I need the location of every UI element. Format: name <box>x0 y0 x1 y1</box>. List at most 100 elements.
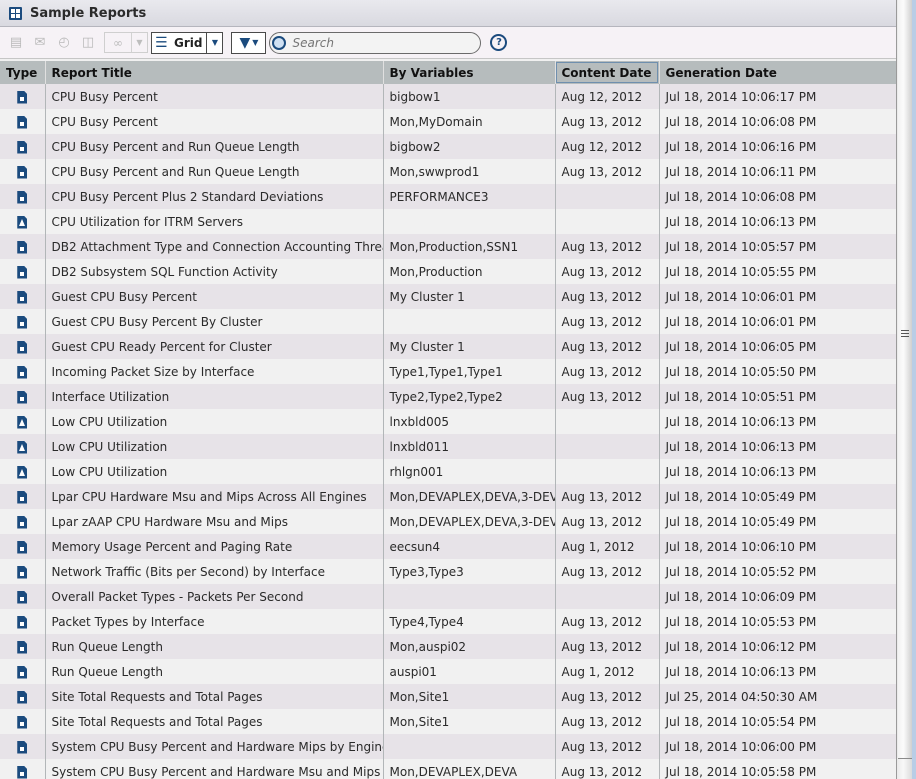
report-title-cell: System CPU Busy Percent and Hardware Mip… <box>45 734 384 759</box>
table-row[interactable]: CPU Busy Percent and Run Queue Length big… <box>0 134 896 159</box>
table-row[interactable]: Site Total Requests and Total Pages Mon,S… <box>0 709 896 734</box>
generation-date-cell: Jul 18, 2014 10:06:11 PM <box>659 159 896 184</box>
table-row[interactable]: CPU Busy Percent and Run Queue Length Mon… <box>0 159 896 184</box>
generation-date-cell: Jul 18, 2014 10:06:13 PM <box>659 459 896 484</box>
search-icon <box>272 35 287 50</box>
email-icon[interactable]: ✉ <box>32 35 48 51</box>
column-header-by-variables[interactable]: By Variables <box>383 61 556 84</box>
table-row[interactable]: Low CPU Utilization lnxbld005 Jul 18, 2014… <box>0 409 896 434</box>
filter-button[interactable]: ▼ ▼ <box>231 31 267 54</box>
generation-date-cell: Jul 18, 2014 10:05:52 PM <box>659 559 896 584</box>
column-header-type[interactable]: Type <box>0 61 46 84</box>
scrollbar-thumb[interactable] <box>898 0 912 759</box>
table-row[interactable]: Guest CPU Busy Percent By Cluster Aug 13,… <box>0 309 896 334</box>
list-icon: ☰ <box>155 34 168 51</box>
table-row[interactable]: Lpar zAAP CPU Hardware Msu and Mips Mon,D… <box>0 509 896 534</box>
by-variables-cell: rhlgn001 <box>383 459 556 484</box>
report-icon <box>17 165 28 179</box>
table-row[interactable]: Run Queue Length auspi01 Aug 1, 2012 Jul 18… <box>0 659 896 684</box>
search-box[interactable] <box>269 31 482 54</box>
content-date-cell: Aug 12, 2012 <box>555 134 660 159</box>
type-cell <box>0 259 46 284</box>
by-variables-cell: lnxbld011 <box>383 434 556 459</box>
table-row[interactable]: DB2 Subsystem SQL Function Activity Mon,P… <box>0 259 896 284</box>
table-row[interactable]: CPU Busy Percent Mon,MyDomain Aug 13, 2012… <box>0 109 896 134</box>
by-variables-cell <box>383 734 556 759</box>
content-date-cell: Aug 13, 2012 <box>555 334 660 359</box>
type-cell <box>0 209 46 234</box>
help-icon[interactable]: ? <box>490 34 508 51</box>
type-cell <box>0 184 46 209</box>
table-row[interactable]: CPU Busy Percent Plus 2 Standard Deviati… <box>0 184 896 209</box>
report-title-cell: CPU Busy Percent <box>45 84 384 109</box>
table-row[interactable]: Lpar CPU Hardware Msu and Mips Across Al… <box>0 484 896 509</box>
column-header-generation-date[interactable]: Generation Date <box>659 61 896 84</box>
toolbar: ▤ ✉ ◴ ◫ ∞ ▼ ☰ Grid ▼ ▼▼ ? <box>0 27 896 59</box>
report-title-cell: Packet Types by Interface <box>45 609 384 634</box>
generation-date-cell: Jul 18, 2014 10:06:13 PM <box>659 434 896 459</box>
report-icon <box>17 290 28 304</box>
table-row[interactable]: CPU Busy Percent bigbow1 Aug 12, 2012 Jul 1… <box>0 84 896 109</box>
table-row[interactable]: Interface Utilization Type2,Type2,Type2 Au… <box>0 384 896 409</box>
generation-date-cell: Jul 18, 2014 10:05:54 PM <box>659 709 896 734</box>
type-cell <box>0 459 46 484</box>
view-mode-button[interactable]: ☰ Grid ▼ <box>151 31 224 54</box>
report-title-cell: Low CPU Utilization <box>45 409 384 434</box>
content-date-cell: Aug 13, 2012 <box>555 159 660 184</box>
chevron-down-icon[interactable]: ▼ <box>131 33 147 52</box>
column-header-report-title[interactable]: Report Title <box>45 61 384 84</box>
table-row[interactable]: DB2 Attachment Type and Connection Accou… <box>0 234 896 259</box>
table-row[interactable]: Guest CPU Ready Percent for Cluster My Cl… <box>0 334 896 359</box>
link-icon: ∞ <box>113 35 123 50</box>
generation-date-cell: Jul 18, 2014 10:06:13 PM <box>659 409 896 434</box>
table-row[interactable]: Run Queue Length Mon,auspi02 Aug 13, 2012 J… <box>0 634 896 659</box>
table-row[interactable]: System CPU Busy Percent and Hardware Mip… <box>0 734 896 759</box>
table-row[interactable]: Low CPU Utilization lnxbld011 Jul 18, 2014… <box>0 434 896 459</box>
by-variables-cell: lnxbld005 <box>383 409 556 434</box>
content-date-cell: Aug 13, 2012 <box>555 709 660 734</box>
by-variables-cell: Mon,swwprod1 <box>383 159 556 184</box>
type-cell <box>0 84 46 109</box>
table-row[interactable]: Overall Packet Types - Packets Per Secon… <box>0 584 896 609</box>
table-row[interactable]: Network Traffic (Bits per Second) by Int… <box>0 559 896 584</box>
generation-date-cell: Jul 18, 2014 10:05:55 PM <box>659 259 896 284</box>
generation-date-cell: Jul 18, 2014 10:05:49 PM <box>659 509 896 534</box>
report-icon <box>17 590 28 604</box>
report-icon <box>17 740 28 754</box>
table-row[interactable]: Memory Usage Percent and Paging Rate eecs… <box>0 534 896 559</box>
vertical-scrollbar[interactable] <box>896 0 913 779</box>
table-row[interactable]: Low CPU Utilization rhlgn001 Jul 18, 2014 … <box>0 459 896 484</box>
report-icon <box>17 115 28 129</box>
link-button[interactable]: ∞ ▼ <box>104 32 148 53</box>
content-date-cell: Aug 13, 2012 <box>555 759 660 779</box>
table-row[interactable]: CPU Utilization for ITRM Servers Jul 18, … <box>0 209 896 234</box>
chevron-down-icon[interactable]: ▼ <box>206 32 222 53</box>
by-variables-cell: Mon,DEVAPLEX,DEVA <box>383 759 556 779</box>
by-variables-cell: bigbow2 <box>383 134 556 159</box>
by-variables-cell: My Cluster 1 <box>383 284 556 309</box>
window-titlebar: Sample Reports <box>0 0 896 27</box>
by-variables-cell: My Cluster 1 <box>383 334 556 359</box>
by-variables-cell: auspi01 <box>383 659 556 684</box>
type-cell <box>0 684 46 709</box>
content-date-cell: Aug 13, 2012 <box>555 384 660 409</box>
table-row[interactable]: System CPU Busy Percent and Hardware Msu… <box>0 759 896 779</box>
type-cell <box>0 409 46 434</box>
type-cell <box>0 709 46 734</box>
subscribe-icon[interactable]: ◫ <box>80 35 96 51</box>
schedule-icon[interactable]: ◴ <box>56 35 72 51</box>
by-variables-cell <box>383 584 556 609</box>
report-icon <box>17 565 28 579</box>
generation-date-cell: Jul 18, 2014 10:06:00 PM <box>659 734 896 759</box>
table-row[interactable]: Guest CPU Busy Percent My Cluster 1 Aug 13… <box>0 284 896 309</box>
properties-icon[interactable]: ▤ <box>8 35 24 51</box>
table-row[interactable]: Packet Types by Interface Type4,Type4 Aug … <box>0 609 896 634</box>
search-input[interactable] <box>292 35 473 50</box>
column-header-content-date[interactable]: Content Date <box>555 61 660 84</box>
table-row[interactable]: Incoming Packet Size by Interface Type1,T… <box>0 359 896 384</box>
content-date-cell <box>555 584 660 609</box>
generation-date-cell: Jul 18, 2014 10:06:05 PM <box>659 334 896 359</box>
table-row[interactable]: Site Total Requests and Total Pages Mon,S… <box>0 684 896 709</box>
by-variables-cell: Type2,Type2,Type2 <box>383 384 556 409</box>
generation-date-cell: Jul 18, 2014 10:06:09 PM <box>659 584 896 609</box>
